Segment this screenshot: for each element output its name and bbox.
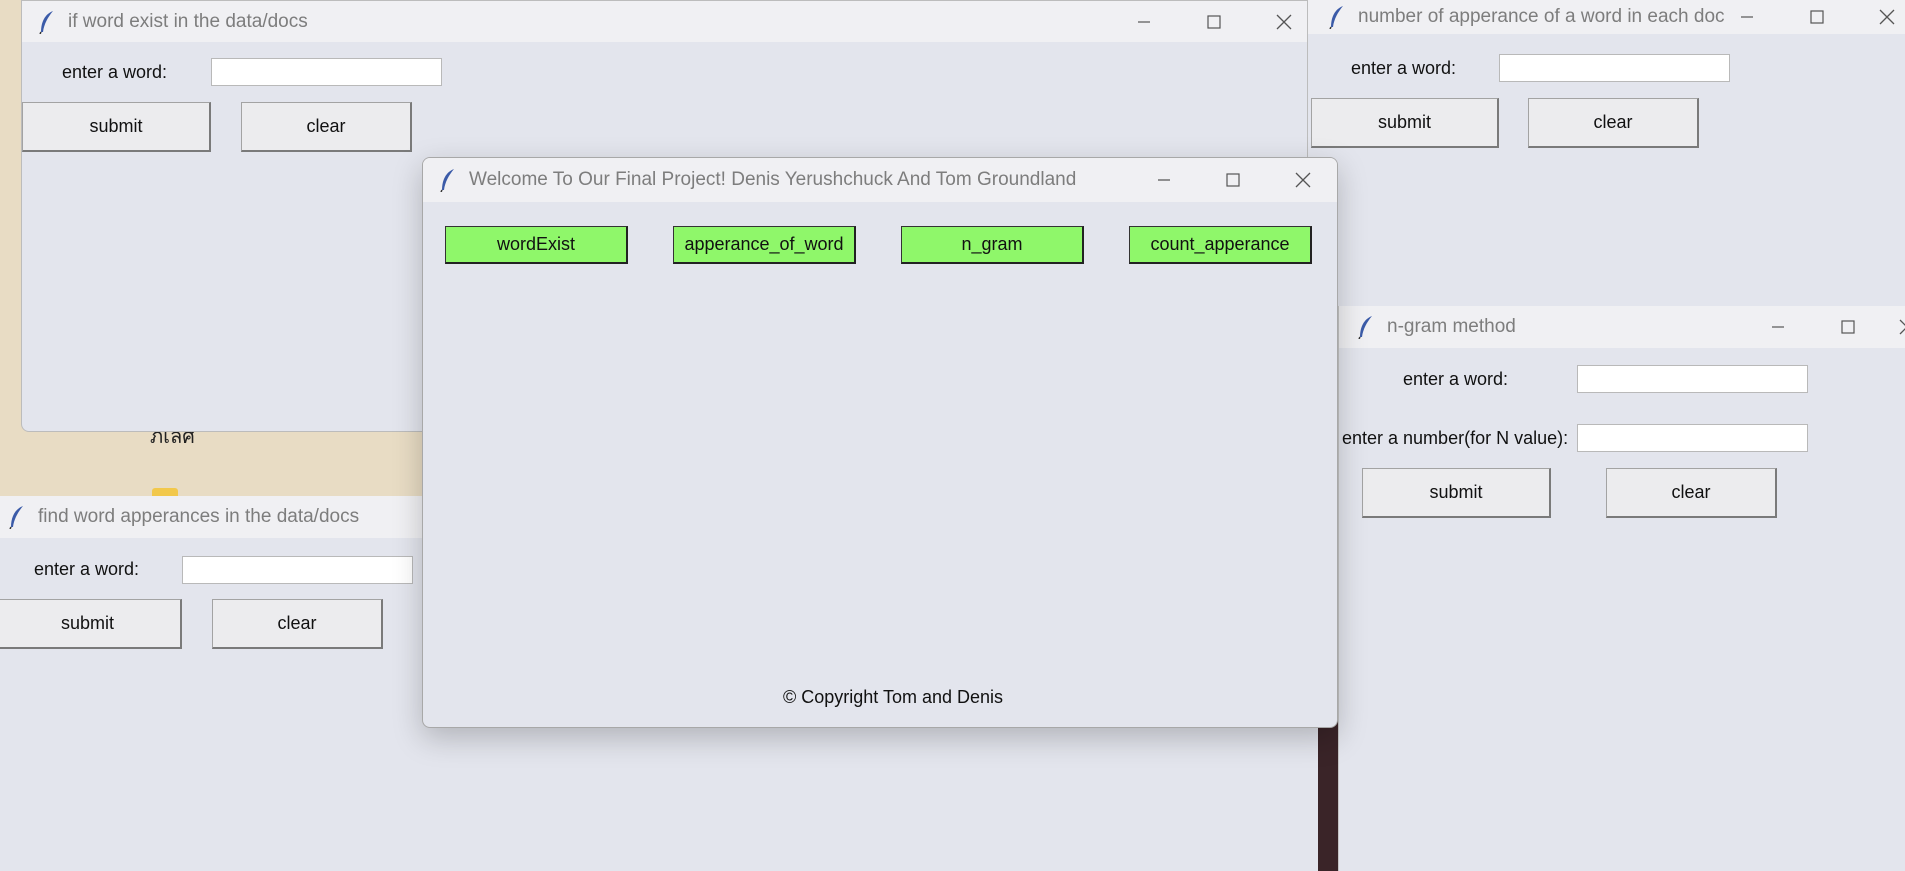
- minimize-icon[interactable]: [1755, 306, 1801, 348]
- word-input[interactable]: [182, 556, 413, 584]
- submit-button[interactable]: submit: [1362, 468, 1551, 518]
- count-appearance-button[interactable]: count_apperance: [1129, 226, 1312, 264]
- clear-button[interactable]: clear: [241, 102, 412, 152]
- maximize-icon[interactable]: [1825, 306, 1871, 348]
- feather-icon: [1353, 312, 1379, 342]
- window-titlebar[interactable]: if word exist in the data/docs: [22, 1, 1307, 42]
- word-input[interactable]: [1499, 54, 1730, 82]
- minimize-icon[interactable]: [1724, 0, 1770, 34]
- word-label: enter a word:: [34, 559, 140, 579]
- copyright-text: © Copyright Tom and Denis: [783, 687, 1004, 707]
- word-label: enter a word:: [62, 62, 168, 82]
- number-input[interactable]: [1577, 424, 1808, 452]
- window-title: n-gram method: [1387, 316, 1516, 337]
- minimize-icon[interactable]: [1141, 158, 1187, 202]
- window-titlebar[interactable]: n-gram method: [1339, 306, 1905, 348]
- feather-icon: [1324, 2, 1350, 32]
- maximize-icon[interactable]: [1191, 1, 1237, 42]
- submit-button[interactable]: submit: [1311, 98, 1499, 148]
- window-titlebar[interactable]: find word apperances in the data/docs: [0, 496, 425, 538]
- number-label: enter a number(for N value):: [1342, 428, 1569, 448]
- word-exist-button[interactable]: wordExist: [445, 226, 628, 264]
- window-title: Welcome To Our Final Project! Denis Yeru…: [469, 169, 1077, 190]
- word-input[interactable]: [1577, 365, 1808, 393]
- window-title: if word exist in the data/docs: [68, 10, 308, 32]
- close-icon[interactable]: [1261, 1, 1307, 42]
- maximize-icon[interactable]: [1794, 0, 1840, 34]
- ngram-window: n-gram method enter a word: enter a numb…: [1338, 306, 1905, 871]
- clear-button[interactable]: clear: [1528, 98, 1699, 148]
- appearance-of-word-button[interactable]: apperance_of_word: [673, 226, 856, 264]
- word-input[interactable]: [211, 58, 442, 86]
- main-window: Welcome To Our Final Project! Denis Yeru…: [422, 157, 1338, 728]
- window-title: find word apperances in the data/docs: [38, 506, 360, 527]
- desktop-dark-strip: [1318, 720, 1338, 871]
- window-title: number of apperance of a word in each do…: [1358, 6, 1725, 27]
- maximize-icon[interactable]: [1210, 158, 1256, 202]
- close-icon[interactable]: [1864, 0, 1905, 34]
- window-titlebar[interactable]: Welcome To Our Final Project! Denis Yeru…: [423, 158, 1337, 202]
- submit-button[interactable]: submit: [0, 599, 182, 649]
- find-word-window: find word apperances in the data/docs en…: [0, 496, 425, 871]
- clear-button[interactable]: clear: [1606, 468, 1777, 518]
- submit-button[interactable]: submit: [22, 102, 211, 152]
- feather-icon: [435, 165, 461, 195]
- close-icon[interactable]: [1280, 158, 1326, 202]
- feather-icon: [4, 502, 30, 532]
- word-label: enter a word:: [1403, 369, 1509, 389]
- n-gram-button[interactable]: n_gram: [901, 226, 1084, 264]
- minimize-icon[interactable]: [1121, 1, 1167, 42]
- word-label: enter a word:: [1351, 58, 1457, 78]
- clear-button[interactable]: clear: [212, 599, 383, 649]
- appearance-count-window: number of apperance of a word in each do…: [1308, 0, 1905, 300]
- feather-icon: [34, 7, 60, 37]
- close-icon[interactable]: [1884, 306, 1905, 348]
